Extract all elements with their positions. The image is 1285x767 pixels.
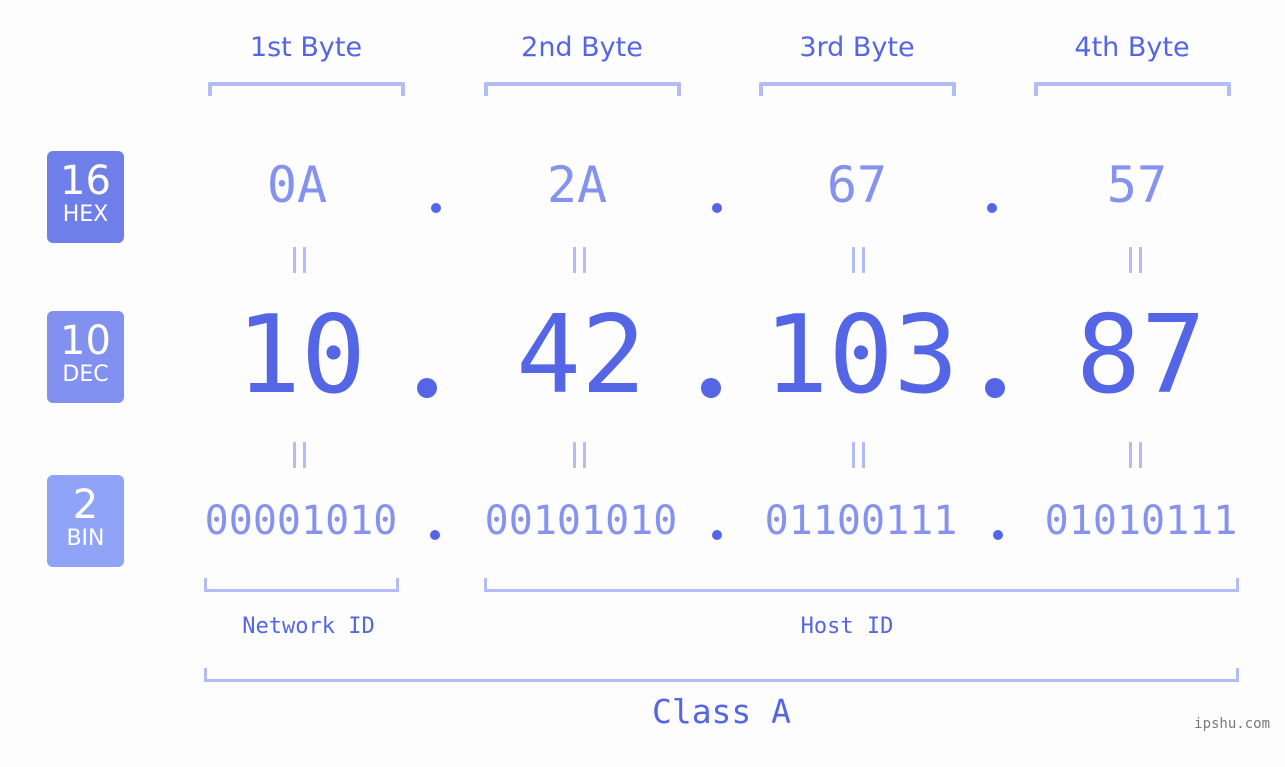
equals-icon — [849, 247, 869, 273]
hex-separator-dot — [987, 203, 997, 213]
equals-icon — [849, 442, 869, 468]
class-bracket — [204, 668, 1239, 682]
bin-badge: 2 BIN — [47, 475, 124, 567]
dec-badge: 10 DEC — [47, 311, 124, 403]
dec-badge-label: DEC — [62, 362, 109, 387]
network-id-label: Network ID — [242, 614, 375, 639]
bin-separator-dot — [993, 530, 1003, 540]
equals-icon — [1126, 247, 1146, 273]
equals-icon — [570, 247, 590, 273]
hex-separator-dot — [712, 203, 722, 213]
equals-icon — [1126, 442, 1146, 468]
watermark: ipshu.com — [1194, 716, 1270, 732]
bin-separator-dot — [712, 530, 722, 540]
byte-header-2: 2nd Byte — [521, 32, 643, 63]
dec-value-3: 103 — [763, 293, 959, 418]
bin-separator-dot — [430, 530, 440, 540]
hex-separator-dot — [431, 203, 441, 213]
bin-badge-label: BIN — [66, 526, 105, 551]
hex-badge-label: HEX — [62, 202, 109, 227]
dec-separator-dot — [985, 378, 1005, 398]
network-id-bracket — [204, 578, 399, 592]
byte-bracket-2 — [484, 82, 681, 96]
bin-value-2: 00101010 — [484, 498, 678, 544]
equals-icon — [290, 442, 310, 468]
byte-bracket-3 — [759, 82, 956, 96]
hex-badge-number: 16 — [60, 158, 111, 204]
bin-value-4: 01010111 — [1044, 498, 1238, 544]
dec-value-2: 42 — [515, 293, 647, 418]
equals-icon — [570, 442, 590, 468]
hex-badge: 16 HEX — [47, 151, 124, 243]
byte-header-4: 4th Byte — [1074, 32, 1190, 63]
bin-value-1: 00001010 — [204, 498, 398, 544]
dec-separator-dot — [417, 378, 437, 398]
bin-value-3: 01100111 — [764, 498, 958, 544]
bin-badge-number: 2 — [72, 482, 99, 528]
hex-value-4: 57 — [1106, 156, 1168, 214]
equals-icon — [290, 247, 310, 273]
host-id-label: Host ID — [800, 614, 894, 639]
host-id-bracket — [484, 578, 1239, 592]
byte-bracket-1 — [208, 82, 405, 96]
dec-badge-number: 10 — [60, 318, 111, 364]
hex-value-2: 2A — [546, 156, 608, 214]
byte-header-1: 1st Byte — [249, 32, 363, 63]
byte-header-3: 3rd Byte — [799, 32, 915, 63]
hex-value-3: 67 — [826, 156, 888, 214]
byte-bracket-4 — [1034, 82, 1231, 96]
hex-value-1: 0A — [266, 156, 328, 214]
dec-value-1: 10 — [235, 293, 367, 418]
ip-class-label: Class A — [651, 692, 792, 731]
dec-separator-dot — [701, 378, 721, 398]
dec-value-4: 87 — [1075, 293, 1207, 418]
